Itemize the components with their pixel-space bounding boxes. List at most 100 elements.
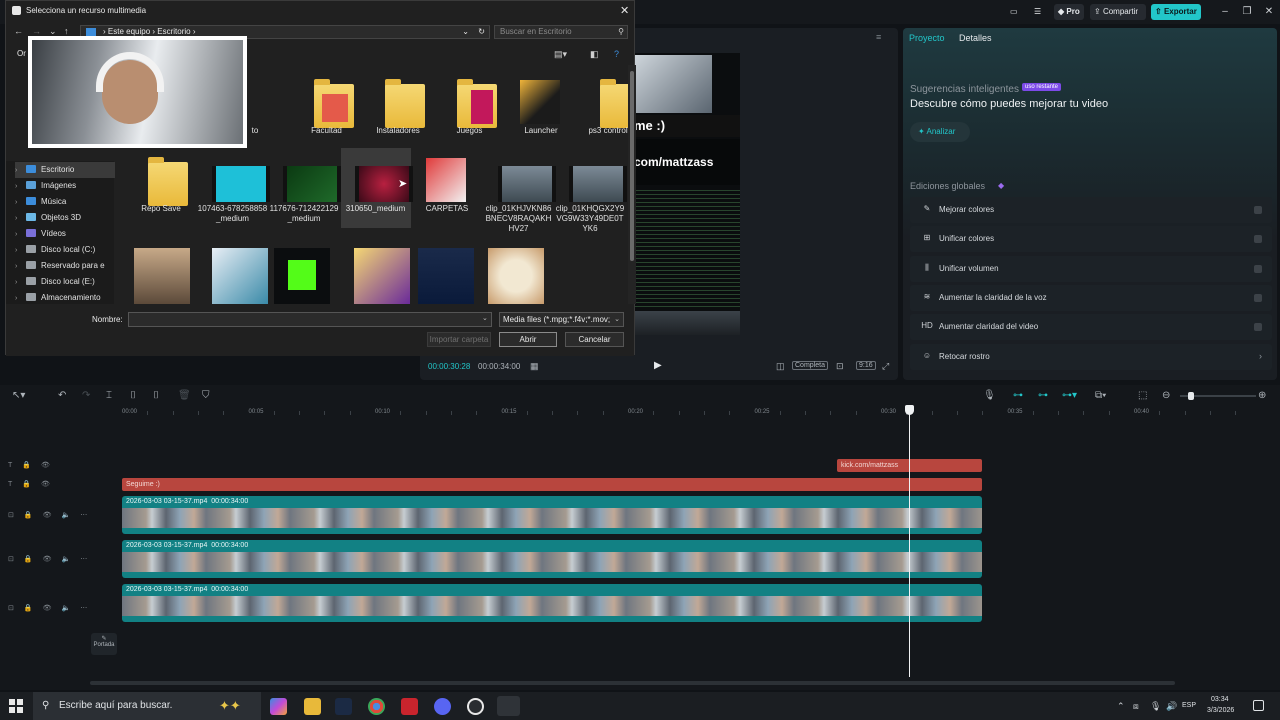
toggle-switch[interactable] (1254, 264, 1262, 273)
layout-icon[interactable]: ▭ (1006, 4, 1020, 20)
file-item[interactable]: clip_01KHQGX2Y9VG9W33Y49DE0TYK6 (555, 148, 627, 233)
streaming-app-icon[interactable] (401, 698, 418, 715)
time-ruler[interactable]: 00:00 00:05 00:10 00:15 00:20 00:25 00:30 00:35… (122, 407, 1272, 421)
eye-icon[interactable]: 👁 (41, 461, 50, 469)
lock-icon[interactable]: 🔒 (24, 604, 33, 612)
tree-item[interactable]: › Escritorio (15, 162, 115, 178)
shield-icon[interactable]: ⛉ (202, 390, 210, 401)
microphone-icon[interactable]: 🎙 (983, 390, 996, 401)
file-item[interactable]: Juegos (435, 70, 505, 150)
chevron-right-icon[interactable]: › (1259, 351, 1262, 361)
lock-icon[interactable]: 🔒 (24, 511, 33, 519)
notifications-icon[interactable] (1253, 700, 1264, 711)
file-type-select[interactable]: Media files (*.mpg;*.f4v;*.mov; ⌄ (499, 312, 624, 327)
close-icon[interactable]: ✕ (1263, 6, 1275, 18)
speaker-icon[interactable]: 🔈 (61, 555, 70, 563)
organize-button[interactable]: Or (17, 49, 26, 58)
split-icon[interactable]: ⌶ (106, 390, 112, 401)
chevron-right-icon[interactable]: › (15, 195, 26, 210)
discord-icon[interactable] (434, 698, 451, 715)
maximize-icon[interactable]: ❐ (1241, 6, 1253, 18)
breadcrumb-root[interactable]: Este equipo (108, 27, 150, 36)
microphone-icon[interactable]: 🎙 (1150, 701, 1161, 712)
crop-icon[interactable]: ◫ (776, 361, 785, 372)
tree-item[interactable]: › Reservado para e (15, 258, 115, 274)
chevron-right-icon[interactable]: › (15, 227, 26, 242)
global-edit-row[interactable]: ✎ Mejorar colores (910, 197, 1272, 223)
delete-icon[interactable]: 🗑 (178, 390, 191, 401)
timecode-toggle-icon[interactable]: ▦ (530, 361, 539, 372)
zoom-in-icon[interactable]: ⊕ (1258, 390, 1266, 401)
chrome-icon[interactable] (368, 698, 385, 715)
video-thumbnail[interactable] (134, 248, 190, 304)
pro-button[interactable]: ◆ Pro (1054, 4, 1084, 20)
play-icon[interactable]: ▶ (654, 360, 662, 371)
taskbar-search[interactable]: ⚲ Escribe aquí para buscar. ✦✦ (33, 692, 261, 720)
tree-item[interactable]: › Vídeos (15, 226, 115, 242)
split-left-icon[interactable]: ⌷ (130, 390, 136, 401)
forward-icon[interactable]: → (32, 26, 41, 36)
screenshot-icon[interactable]: ⊡ (836, 361, 844, 372)
fit-label[interactable]: Completa (792, 361, 828, 370)
language-indicator[interactable]: ESP (1182, 702, 1196, 709)
lock-icon[interactable]: 🔒 (22, 461, 31, 469)
chevron-right-icon[interactable]: › (15, 179, 26, 194)
fit-timeline-icon[interactable]: ⬚ (1138, 390, 1147, 401)
windows-start-icon[interactable] (9, 699, 23, 713)
file-item[interactable]: Instaladores (363, 70, 433, 150)
copilot-icon[interactable] (270, 698, 287, 715)
select-tool-icon[interactable]: ↖▾ (12, 390, 25, 401)
volume-icon[interactable]: 🔊 (1166, 701, 1177, 712)
timeline-scrollbar[interactable] (90, 681, 1175, 685)
file-item[interactable]: clip_01KHJVKN86BNECV8RAQAKHHV27 (484, 148, 556, 233)
chevron-down-icon[interactable]: ⌄ (482, 314, 488, 322)
zoom-slider-thumb[interactable] (1188, 392, 1194, 400)
kick-logo-icon[interactable] (274, 248, 330, 304)
text-clip-follow[interactable]: Seguime :) (122, 478, 982, 491)
scrollbar-thumb[interactable] (630, 71, 634, 261)
eye-icon[interactable]: 👁 (41, 480, 50, 488)
file-item[interactable]: Facultad (292, 70, 362, 150)
more-icon[interactable]: ⋯ (80, 511, 87, 519)
back-icon[interactable]: ← (14, 26, 23, 36)
chevron-down-icon[interactable]: ⌄ (462, 26, 469, 38)
lock-icon[interactable]: 🔒 (22, 480, 31, 488)
analyze-button[interactable]: ✦ Analizar (910, 122, 970, 142)
more-icon[interactable]: ⋯ (80, 604, 87, 612)
share-button[interactable]: ⇪ Compartir (1090, 4, 1146, 20)
file-list-scrollbar[interactable] (628, 65, 636, 304)
chevron-right-icon[interactable]: › (15, 275, 26, 290)
filename-input[interactable] (128, 312, 492, 327)
zoom-out-icon[interactable]: ⊖ (1162, 390, 1170, 401)
speaker-icon[interactable]: 🔈 (61, 511, 70, 519)
file-explorer-icon[interactable] (304, 698, 321, 715)
snap-icon[interactable]: ⊶▾ (1062, 390, 1077, 401)
preview-canvas[interactable]: me :) com/mattzass (632, 53, 740, 335)
chevron-right-icon[interactable]: › (15, 243, 26, 258)
capcut-taskbar-icon[interactable] (497, 696, 520, 716)
eye-icon[interactable]: 👁 (43, 604, 52, 612)
menu-icon[interactable]: ≡ (876, 32, 881, 42)
playhead[interactable] (908, 407, 910, 677)
file-item[interactable]: ps3 controller (578, 70, 628, 150)
view-options-icon[interactable]: ▤▾ (554, 49, 567, 60)
chevron-right-icon[interactable]: › (15, 259, 26, 274)
up-icon[interactable]: ↑ (64, 26, 69, 36)
redo-icon[interactable]: ↷ (82, 390, 90, 401)
preview-pane-icon[interactable]: ◧ (590, 49, 599, 60)
file-item[interactable]: CARPETAS (412, 148, 482, 228)
obs-icon[interactable] (467, 698, 484, 715)
video-clip-1[interactable]: 2026-03-03 03-15-37.mp4 00:00:34:00 (122, 496, 982, 534)
eye-icon[interactable]: 👁 (43, 555, 52, 563)
undo-icon[interactable]: ↶ (58, 390, 66, 401)
global-edit-row[interactable]: ⊞ Unificar colores (910, 226, 1272, 253)
cover-button[interactable]: ✎ Portada (91, 633, 117, 655)
link-clips-icon[interactable]: ⊶ (1013, 390, 1023, 401)
refresh-icon[interactable]: ↻ (478, 26, 485, 38)
steam-icon[interactable] (335, 698, 352, 715)
global-edit-row[interactable]: ≋ Aumentar la claridad de la voz (910, 284, 1272, 311)
chevron-right-icon[interactable]: › (15, 163, 26, 178)
global-edit-row[interactable]: HD Aumentar claridad del video (910, 314, 1272, 341)
chevron-up-icon[interactable]: ⌃ (1117, 701, 1125, 712)
shortcuts-icon[interactable]: ☰ (1030, 4, 1044, 20)
